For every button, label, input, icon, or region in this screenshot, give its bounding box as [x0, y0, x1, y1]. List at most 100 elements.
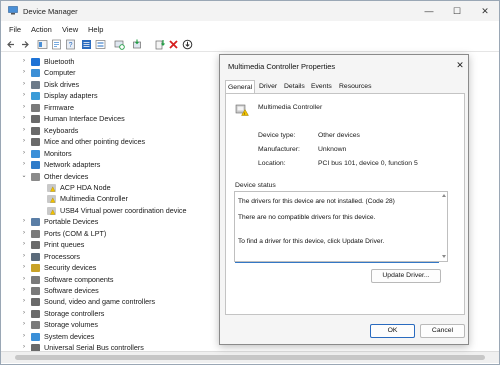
maximize-button[interactable]: ☐ [443, 1, 471, 21]
svg-text:?: ? [69, 42, 73, 49]
mouse-icon [31, 138, 40, 147]
horizontal-scrollbar[interactable] [1, 351, 499, 363]
update-driver-green-icon[interactable] [155, 39, 166, 50]
tree-category-item[interactable]: › Print queues [1, 239, 226, 250]
chevron-right-icon[interactable]: › [20, 136, 28, 147]
uninstall-device-icon[interactable] [168, 39, 179, 50]
tree-category-item[interactable]: › Disk drives [1, 79, 226, 90]
status-line-2: There are no compatible drivers for this… [238, 214, 376, 221]
chevron-right-icon[interactable]: › [20, 67, 28, 78]
tree-category-item[interactable]: › Security devices [1, 262, 226, 273]
chevron-right-icon[interactable]: › [20, 102, 28, 113]
tab-driver[interactable]: Driver [257, 80, 279, 93]
warning-device-icon [47, 183, 56, 192]
tree-child-item[interactable]: ACP HDA Node [1, 182, 226, 193]
hid-icon [31, 115, 40, 124]
tree-item-label: Multimedia Controller [60, 194, 128, 204]
chevron-right-icon[interactable]: › [20, 331, 28, 342]
device-status-textbox[interactable]: The drivers for this device are not inst… [234, 191, 448, 263]
tab-general[interactable]: General [225, 80, 256, 94]
tree-category-item[interactable]: ⌄ Other devices [1, 171, 226, 182]
chevron-down-icon[interactable]: ⌄ [20, 171, 28, 182]
warning-device-icon [47, 206, 56, 215]
chevron-right-icon[interactable]: › [20, 308, 28, 319]
dialog-close-icon[interactable]: ✕ [454, 59, 466, 71]
tree-child-item[interactable]: Multimedia Controller [1, 193, 226, 204]
tree-child-item[interactable]: USB4 Virtual power coordination device [1, 205, 226, 216]
tree-category-item[interactable]: › System devices [1, 331, 226, 342]
tree-category-item[interactable]: › Display adapters [1, 90, 226, 101]
ok-button[interactable]: OK [370, 324, 415, 338]
show-hide-tree-icon[interactable] [37, 39, 48, 50]
tree-category-item[interactable]: › Storage volumes [1, 319, 226, 330]
chevron-right-icon[interactable]: › [20, 251, 28, 262]
chevron-right-icon[interactable]: › [20, 148, 28, 159]
properties-icon[interactable] [51, 39, 62, 50]
chevron-right-icon[interactable]: › [20, 90, 28, 101]
multimedia-controller-warning-icon: ! [235, 104, 249, 116]
tree-category-item[interactable]: › Monitors [1, 148, 226, 159]
disable-device-icon[interactable] [182, 39, 193, 50]
menu-file[interactable]: File [9, 25, 21, 34]
chevron-right-icon[interactable]: › [20, 56, 28, 67]
chevron-right-icon[interactable]: › [20, 113, 28, 124]
status-line-3: To find a driver for this device, click … [238, 238, 385, 245]
chevron-right-icon[interactable]: › [20, 262, 28, 273]
device-name: Multimedia Controller [258, 104, 323, 111]
chevron-right-icon[interactable]: › [20, 159, 28, 170]
tab-resources[interactable]: Resources [337, 80, 374, 93]
tree-category-item[interactable]: › Sound, video and game controllers [1, 296, 226, 307]
dialog-title: Multimedia Controller Properties [228, 62, 336, 71]
tree-category-item[interactable]: › Firmware [1, 102, 226, 113]
tree-item-label: Network adapters [44, 160, 101, 170]
tree-category-item[interactable]: › Keyboards [1, 125, 226, 136]
forward-arrow-icon[interactable] [19, 39, 30, 50]
help-icon[interactable]: ? [65, 39, 76, 50]
tree-category-item[interactable]: › Bluetooth [1, 56, 226, 67]
chevron-right-icon[interactable]: › [20, 285, 28, 296]
chevron-right-icon[interactable]: › [20, 274, 28, 285]
status-line-1: The drivers for this device are not inst… [238, 198, 395, 205]
chevron-right-icon[interactable]: › [20, 319, 28, 330]
details-view-icon[interactable] [81, 39, 92, 50]
tree-category-item[interactable]: › Portable Devices [1, 216, 226, 227]
tree-category-item[interactable]: › Human Interface Devices [1, 113, 226, 124]
tab-events[interactable]: Events [309, 80, 334, 93]
tree-category-item[interactable]: › Ports (COM & LPT) [1, 228, 226, 239]
update-driver-button[interactable]: Update Driver... [371, 269, 441, 283]
tree-item-label: Ports (COM & LPT) [44, 228, 107, 238]
chevron-right-icon[interactable]: › [20, 239, 28, 250]
chevron-right-icon[interactable]: › [20, 125, 28, 136]
chevron-right-icon[interactable]: › [20, 79, 28, 90]
tree-category-item[interactable]: › Storage controllers [1, 308, 226, 319]
tree-item-label: Bluetooth [44, 57, 75, 66]
view-resources-icon[interactable] [95, 39, 106, 50]
back-arrow-icon[interactable] [6, 39, 17, 50]
close-button[interactable]: ✕ [471, 1, 499, 21]
tree-item-label: ACP HDA Node [60, 182, 111, 192]
tree-category-item[interactable]: › Software devices [1, 285, 226, 296]
menu-view[interactable]: View [62, 25, 78, 34]
status-scrollbar[interactable] [440, 192, 448, 262]
cancel-button[interactable]: Cancel [420, 324, 465, 338]
security-icon [31, 264, 40, 273]
device-status-legend: Device status [234, 182, 277, 189]
chevron-right-icon[interactable]: › [20, 296, 28, 307]
menu-help[interactable]: Help [88, 25, 103, 34]
tree-item-label: Software components [44, 274, 114, 284]
chevron-right-icon[interactable]: › [20, 216, 28, 227]
scan-hardware-icon[interactable] [114, 39, 125, 50]
tree-category-item[interactable]: › Software components [1, 274, 226, 285]
tab-details[interactable]: Details [282, 80, 307, 93]
chevron-right-icon[interactable]: › [20, 228, 28, 239]
tree-category-item[interactable]: › Processors [1, 251, 226, 262]
tree-category-item[interactable]: › Computer [1, 67, 226, 78]
firmware-icon [31, 103, 40, 112]
toolbar: ? [1, 37, 499, 52]
scrollbar-thumb[interactable] [15, 355, 485, 360]
menu-action[interactable]: Action [31, 25, 52, 34]
minimize-button[interactable]: — [415, 1, 443, 21]
tree-category-item[interactable]: › Network adapters [1, 159, 226, 170]
update-driver-icon[interactable] [132, 39, 143, 50]
tree-category-item[interactable]: › Mice and other pointing devices [1, 136, 226, 147]
